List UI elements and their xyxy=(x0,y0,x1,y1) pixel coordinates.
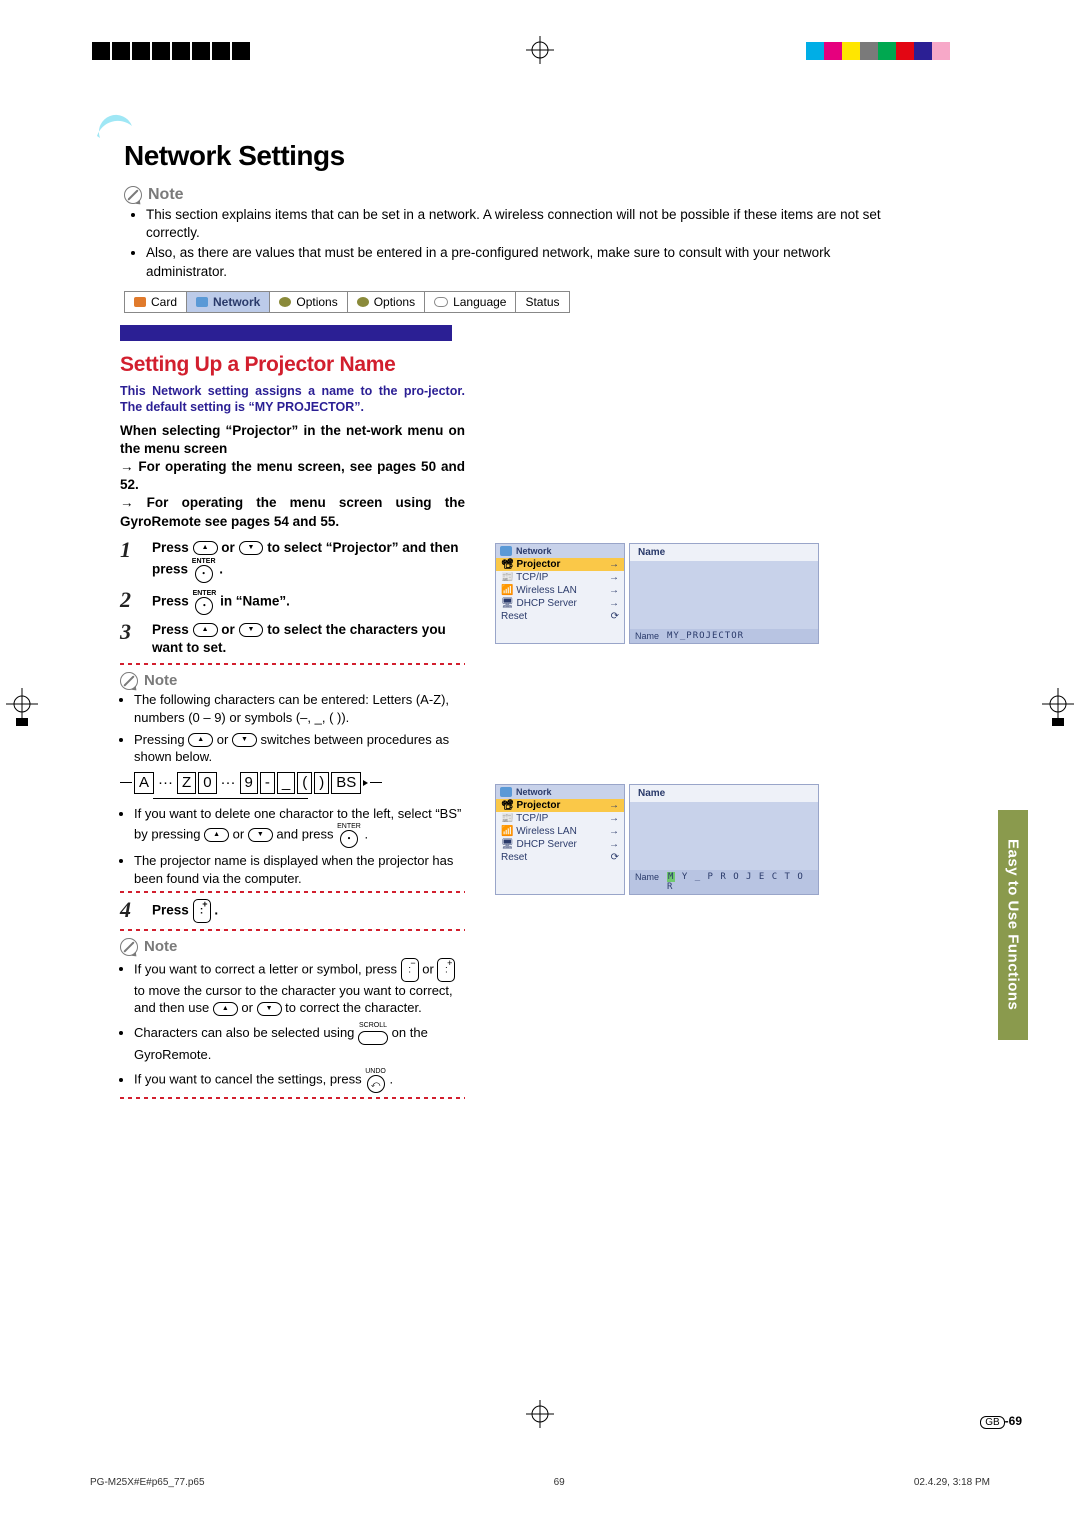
up-button-icon xyxy=(193,541,218,555)
scroll-label: SCROLL xyxy=(358,1021,388,1030)
blue-divider xyxy=(120,325,452,341)
note-label: Note xyxy=(148,186,184,204)
options-icon xyxy=(279,297,291,307)
para-2: For operating the menu screen, see pages… xyxy=(120,459,465,492)
screenshot-right-label: Name xyxy=(630,785,818,802)
step-3-number: 3 xyxy=(120,621,142,657)
step-1-text: Press or to select “Projector” and then … xyxy=(152,539,465,583)
menu-card: Card xyxy=(151,295,177,309)
decorative-cyan-arc xyxy=(94,108,134,148)
language-icon xyxy=(434,297,448,307)
menu-status: Status xyxy=(525,295,559,309)
sequence-underline xyxy=(153,798,308,799)
projector-name-value-editing: Y _ P R O J E C T O R xyxy=(667,872,804,892)
menu-language: Language xyxy=(453,295,506,309)
section-lead: This Network setting assigns a name to t… xyxy=(120,383,465,416)
enter-button-icon xyxy=(340,830,358,848)
up-button-icon xyxy=(204,828,229,842)
card-icon xyxy=(134,297,146,307)
up-button-icon xyxy=(188,733,213,747)
note-label: Note xyxy=(144,937,177,957)
print-footer: PG-M25X#E#p65_77.p65 69 02.4.29, 3:18 PM xyxy=(90,1477,990,1488)
scroll-button-icon xyxy=(358,1031,388,1045)
note-2-list: If you want to correct a letter or symbo… xyxy=(134,958,465,1094)
volume-plus-icon xyxy=(193,899,211,923)
step-4-text: Press . xyxy=(152,899,465,923)
undo-button-icon xyxy=(367,1075,385,1093)
character-sequence: A··· Z 0··· 9 - _ ( ) BS xyxy=(120,772,465,794)
registration-mark-bottom xyxy=(526,1400,554,1428)
footer-label: Name xyxy=(635,872,659,892)
osd-screenshot-1: Network 📽 Projector→ 📰 TCP/IP→ 📶 Wireles… xyxy=(495,543,1030,644)
screenshot-right-label: Name xyxy=(630,544,818,561)
para-3: For operating the menu screen using the … xyxy=(120,495,465,528)
network-icon xyxy=(500,546,512,556)
step-1-number: 1 xyxy=(120,539,142,583)
page-title: Network Settings xyxy=(124,140,1030,172)
volume-minus-icon xyxy=(401,958,419,982)
registration-mark-top xyxy=(526,36,554,64)
intro-bullets: This section explains items that can be … xyxy=(146,206,906,281)
note-pen-icon xyxy=(124,186,142,204)
step-3-text: Press or to select the characters you wa… xyxy=(152,621,465,657)
para-1: When selecting “Projector” in the net-wo… xyxy=(120,423,465,456)
note-pen-icon xyxy=(120,672,138,690)
down-button-icon xyxy=(248,828,273,842)
step-4-number: 4 xyxy=(120,899,142,923)
up-button-icon xyxy=(213,1002,238,1016)
cursor-char: M xyxy=(667,872,675,882)
registration-mark-left xyxy=(6,688,38,728)
options-icon xyxy=(357,297,369,307)
osd-screenshot-2: Network 📽 Projector→ 📰 TCP/IP→ 📶 Wireles… xyxy=(495,784,1030,895)
up-button-icon xyxy=(193,623,218,637)
menu-options-1: Options xyxy=(296,295,337,309)
footer-label: Name xyxy=(635,631,659,641)
color-swatches xyxy=(806,42,950,60)
menu-network: Network xyxy=(213,295,260,309)
enter-button-icon xyxy=(195,597,213,615)
note-label: Note xyxy=(144,671,177,691)
side-tab: Easy to Use Functions xyxy=(998,810,1028,1040)
down-button-icon xyxy=(232,733,257,747)
menu-options-2: Options xyxy=(374,295,415,309)
down-button-icon xyxy=(239,623,264,637)
note-1b-list: If you want to delete one charactor to t… xyxy=(134,805,465,888)
page-number: GB-69 xyxy=(980,1414,1022,1428)
note-pen-icon xyxy=(120,938,138,956)
step-2-number: 2 xyxy=(120,589,142,615)
down-button-icon xyxy=(239,541,264,555)
note-1-list: The following characters can be entered:… xyxy=(134,691,465,765)
down-button-icon xyxy=(257,1002,282,1016)
black-swatches xyxy=(92,42,250,60)
enter-button-icon xyxy=(195,565,213,583)
network-icon xyxy=(500,787,512,797)
osd-menubar: Card Network Options Options Language St… xyxy=(124,291,570,313)
step-2-text: Press ENTER in “Name”. xyxy=(152,589,465,615)
projector-name-value: MY_PROJECTOR xyxy=(667,631,744,641)
network-icon xyxy=(196,297,208,307)
volume-plus-icon xyxy=(437,958,455,982)
section-heading: Setting Up a Projector Name xyxy=(120,353,465,377)
registration-mark-right xyxy=(1042,688,1074,728)
